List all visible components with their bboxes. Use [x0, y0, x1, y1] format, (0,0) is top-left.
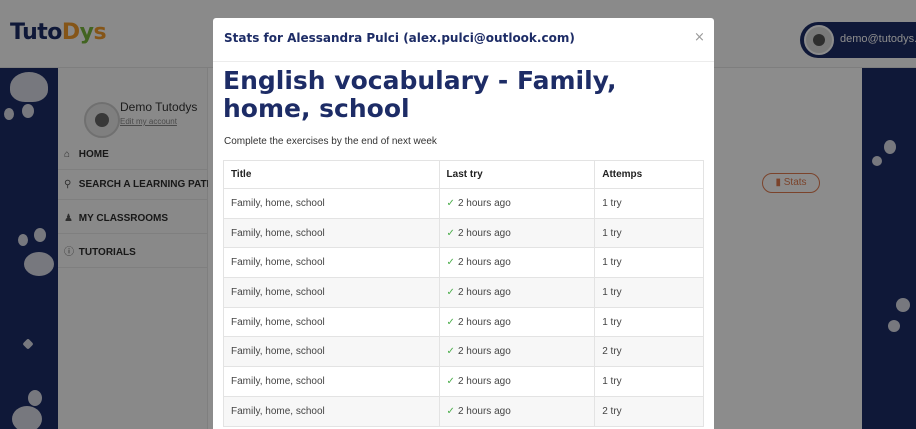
table-row: Family, home, school ✓ 2 hours ago 2 try	[223, 395, 704, 427]
row-attempts: 1 try	[594, 217, 704, 249]
table-row: Family, home, school ✓ 2 hours ago 1 try	[223, 366, 704, 397]
row-title: Family, home, school	[223, 247, 440, 279]
table-row: Family, home, school ✓ 2 hours ago 1 try	[223, 277, 704, 308]
row-last-try: ✓ 2 hours ago	[438, 336, 596, 368]
modal-header: Stats for Alessandra Pulci (alex.pulci@o…	[213, 18, 714, 62]
column-header-attempts: Attemps	[594, 160, 704, 189]
row-title: Family, home, school	[223, 277, 440, 308]
lesson-title: English vocabulary - Family, home, schoo…	[223, 66, 617, 123]
row-attempts: 1 try	[594, 247, 704, 279]
row-last-try: ✓ 2 hours ago	[438, 188, 596, 219]
check-icon: ✓	[446, 197, 455, 209]
table-row: Family, home, school ✓ 2 hours ago 1 try	[223, 247, 704, 279]
row-attempts: 1 try	[594, 277, 704, 308]
table-row: Family, home, school ✓ 2 hours ago 1 try	[223, 217, 704, 249]
table-row: Family, home, school ✓ 2 hours ago 1 try	[223, 306, 704, 338]
row-attempts: 1 try	[594, 306, 704, 338]
row-title: Family, home, school	[223, 217, 440, 249]
table-row: Family, home, school ✓ 2 hours ago 1 try	[223, 188, 704, 219]
table-row: Family, home, school ✓ 2 hours ago 2 try	[223, 336, 704, 368]
row-last-try: ✓ 2 hours ago	[438, 306, 596, 338]
close-icon[interactable]: ×	[694, 30, 705, 45]
check-icon: ✓	[446, 227, 455, 239]
row-last-try: ✓ 2 hours ago	[438, 217, 596, 249]
row-last-try: ✓ 2 hours ago	[438, 366, 596, 397]
stats-modal: Stats for Alessandra Pulci (alex.pulci@o…	[213, 18, 714, 429]
check-icon: ✓	[446, 316, 455, 328]
column-header-title: Title	[223, 160, 440, 189]
check-icon: ✓	[446, 286, 455, 298]
table-header-row: Title Last try Attemps	[223, 160, 704, 189]
column-header-last-try: Last try	[438, 160, 596, 189]
last-try-value: 2 hours ago	[457, 227, 511, 239]
row-attempts: 2 try	[594, 395, 704, 427]
last-try-value: 2 hours ago	[457, 316, 511, 328]
last-try-value: 2 hours ago	[457, 286, 511, 298]
row-last-try: ✓ 2 hours ago	[438, 277, 596, 308]
row-attempts: 2 try	[594, 336, 704, 368]
lesson-subtitle: Complete the exercises by the end of nex…	[224, 136, 437, 147]
row-title: Family, home, school	[223, 366, 440, 397]
last-try-value: 2 hours ago	[457, 346, 511, 358]
last-try-value: 2 hours ago	[457, 257, 511, 269]
check-icon: ✓	[446, 405, 455, 417]
row-attempts: 1 try	[594, 366, 704, 397]
row-attempts: 1 try	[594, 188, 704, 219]
row-title: Family, home, school	[223, 188, 440, 219]
modal-title: Stats for Alessandra Pulci (alex.pulci@o…	[224, 31, 575, 45]
row-title: Family, home, school	[223, 336, 440, 368]
last-try-value: 2 hours ago	[457, 197, 511, 209]
last-try-value: 2 hours ago	[457, 405, 511, 417]
row-last-try: ✓ 2 hours ago	[438, 247, 596, 279]
check-icon: ✓	[446, 257, 455, 269]
check-icon: ✓	[446, 375, 455, 387]
row-last-try: ✓ 2 hours ago	[438, 395, 596, 427]
row-title: Family, home, school	[223, 395, 440, 427]
check-icon: ✓	[446, 346, 455, 358]
stats-table: Title Last try Attemps Family, home, sch…	[223, 160, 704, 427]
row-title: Family, home, school	[223, 306, 440, 338]
last-try-value: 2 hours ago	[457, 375, 511, 387]
